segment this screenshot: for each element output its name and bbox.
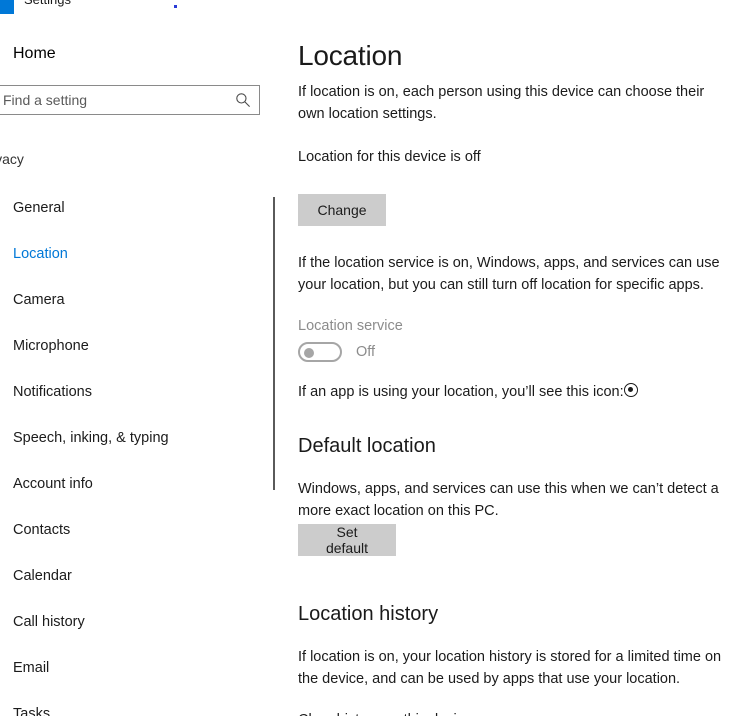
- sidebar-item-tasks[interactable]: Tasks: [0, 691, 282, 716]
- location-service-toggle-row[interactable]: Off: [298, 340, 498, 366]
- location-service-description: If the location service is on, Windows, …: [298, 255, 720, 293]
- sidebar-item-notifications[interactable]: Notifications: [0, 369, 282, 415]
- location-service-toggle-state: Off: [356, 344, 376, 360]
- location-service-label: Location service: [298, 318, 403, 334]
- device-location-status: Location for this device is off: [298, 149, 481, 165]
- search-icon[interactable]: [235, 92, 251, 108]
- location-intro-text: If location is on, each person using thi…: [298, 84, 705, 122]
- location-history-description: If location is on, your location history…: [298, 649, 722, 687]
- sidebar-item-speech-inking-typing[interactable]: Speech, inking, & typing: [0, 415, 282, 461]
- nav-category-header: Privacy: [0, 151, 24, 167]
- sidebar-item-email[interactable]: Email: [0, 645, 282, 691]
- navigation-pane: Home Privacy General Location Camera Mic…: [0, 22, 282, 716]
- location-target-icon: [624, 383, 638, 397]
- location-service-toggle[interactable]: [298, 342, 342, 362]
- sidebar-item-account-info[interactable]: Account info: [0, 461, 282, 507]
- sidebar-scrollbar[interactable]: [273, 197, 275, 490]
- search-box[interactable]: [0, 85, 260, 115]
- location-history-heading: Location history: [298, 603, 439, 625]
- settings-gear-icon: [0, 0, 14, 14]
- location-icon-note: If an app is using your location, you’ll…: [298, 384, 624, 400]
- set-default-button[interactable]: Set default: [298, 524, 396, 556]
- page-title: Location: [298, 40, 403, 71]
- change-button[interactable]: Change: [298, 194, 386, 226]
- sidebar-item-general[interactable]: General: [0, 185, 282, 231]
- sidebar-item-calendar[interactable]: Calendar: [0, 553, 282, 599]
- sidebar-item-microphone[interactable]: Microphone: [0, 323, 282, 369]
- sidebar-item-call-history[interactable]: Call history: [0, 599, 282, 645]
- title-bar: Settings: [0, 0, 750, 22]
- sidebar-item-camera[interactable]: Camera: [0, 277, 282, 323]
- sidebar-list: General Location Camera Microphone Notif…: [0, 185, 282, 716]
- clear-history-label: Clear history on this device: [298, 709, 472, 716]
- sidebar-item-home[interactable]: Home: [13, 43, 56, 65]
- stray-pixel-dot: [174, 5, 177, 8]
- default-location-description: Windows, apps, and services can use this…: [298, 481, 719, 519]
- sidebar-item-location[interactable]: Location: [0, 231, 282, 277]
- content-pane: Location If location is on, each person …: [282, 22, 750, 716]
- app-title: Settings: [24, 0, 71, 9]
- toggle-knob: [304, 348, 314, 358]
- default-location-heading: Default location: [298, 435, 436, 457]
- sidebar-item-contacts[interactable]: Contacts: [0, 507, 282, 553]
- search-input[interactable]: [3, 86, 218, 114]
